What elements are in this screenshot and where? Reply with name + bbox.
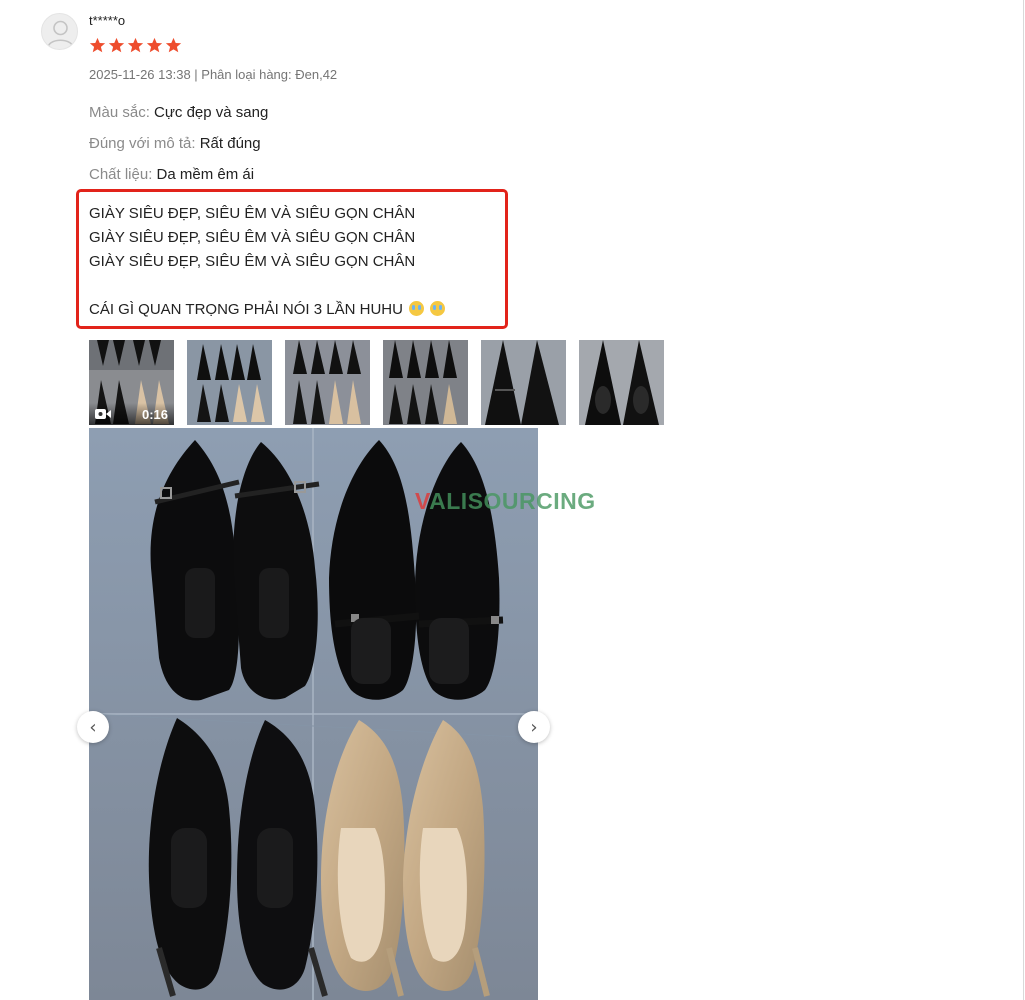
photo-thumbnail[interactable]	[481, 340, 566, 425]
star-icon	[108, 37, 125, 53]
review-line: GIÀY SIÊU ĐẸP, SIÊU ÊM VÀ SIÊU GỌN CHÂN	[89, 205, 416, 222]
star-rating	[89, 37, 182, 54]
crying-face-icon	[430, 301, 446, 316]
star-icon	[127, 37, 144, 53]
attribute-color: Màu sắc: Cực đẹp và sang	[89, 104, 268, 121]
photo-thumbnail-active[interactable]	[187, 340, 272, 425]
review-line: GIÀY SIÊU ĐẸP, SIÊU ÊM VÀ SIÊU GỌN CHÂN	[89, 253, 416, 270]
page-divider	[1023, 0, 1024, 1000]
media-thumbnails: 0:16	[89, 340, 664, 425]
video-duration: 0:16	[141, 406, 168, 422]
review-closing-line: CÁI GÌ QUAN TRỌNG PHẢI NÓI 3 LẦN HUHU	[89, 298, 446, 322]
attribute-label: Màu sắc:	[89, 104, 150, 121]
attribute-material: Chất liệu: Da mềm êm ái	[89, 166, 254, 183]
chevron-left-icon: ‹	[89, 716, 97, 738]
video-camera-icon	[95, 408, 111, 420]
shoes-thumbnail-image	[383, 340, 468, 425]
star-icon	[89, 37, 106, 53]
next-photo-button[interactable]: ›	[518, 711, 550, 743]
shoes-thumbnail-image	[187, 340, 272, 425]
review-line: GIÀY SIÊU ĐẸP, SIÊU ÊM VÀ SIÊU GỌN CHÂN	[89, 229, 416, 246]
attribute-label: Chất liệu:	[89, 166, 153, 183]
user-placeholder-icon	[47, 20, 74, 48]
chevron-right-icon: ›	[530, 716, 538, 738]
review-meta: 2025-11-26 13:38 | Phân loại hàng: Đen,4…	[89, 67, 338, 82]
video-thumbnail[interactable]: 0:16	[89, 340, 174, 425]
previous-photo-button[interactable]: ‹	[77, 711, 109, 743]
review-text: GIÀY SIÊU ĐẸP, SIÊU ÊM VÀ SIÊU GỌN CHÂN …	[89, 202, 446, 322]
crying-face-icon	[409, 301, 425, 316]
video-badge: 0:16	[89, 403, 174, 425]
photo-thumbnail[interactable]	[579, 340, 664, 425]
reviewer-name[interactable]: t*****o	[89, 13, 125, 28]
avatar[interactable]	[41, 13, 78, 50]
photo-thumbnail[interactable]	[285, 340, 370, 425]
attribute-value: Cực đẹp và sang	[154, 104, 269, 121]
attribute-value: Da mềm êm ái	[156, 166, 255, 183]
attribute-accuracy: Đúng với mô tả: Rất đúng	[89, 135, 261, 152]
photo-thumbnail[interactable]	[383, 340, 468, 425]
shoe-closeup-thumbnail-image	[481, 340, 566, 425]
watermark: VALISOURCING	[415, 488, 596, 515]
review-closing-text: CÁI GÌ QUAN TRỌNG PHẢI NÓI 3 LẦN HUHU	[89, 301, 403, 318]
review-blank-line	[89, 274, 445, 298]
watermark-text: ALISOURCING	[429, 488, 596, 514]
attribute-value: Rất đúng	[199, 135, 261, 152]
shoe-closeup-thumbnail-image	[579, 340, 664, 425]
watermark-prefix: V	[415, 488, 430, 514]
star-icon	[165, 37, 182, 53]
star-icon	[146, 37, 163, 53]
shoes-thumbnail-image	[285, 340, 370, 425]
attribute-label: Đúng với mô tả:	[89, 135, 196, 152]
